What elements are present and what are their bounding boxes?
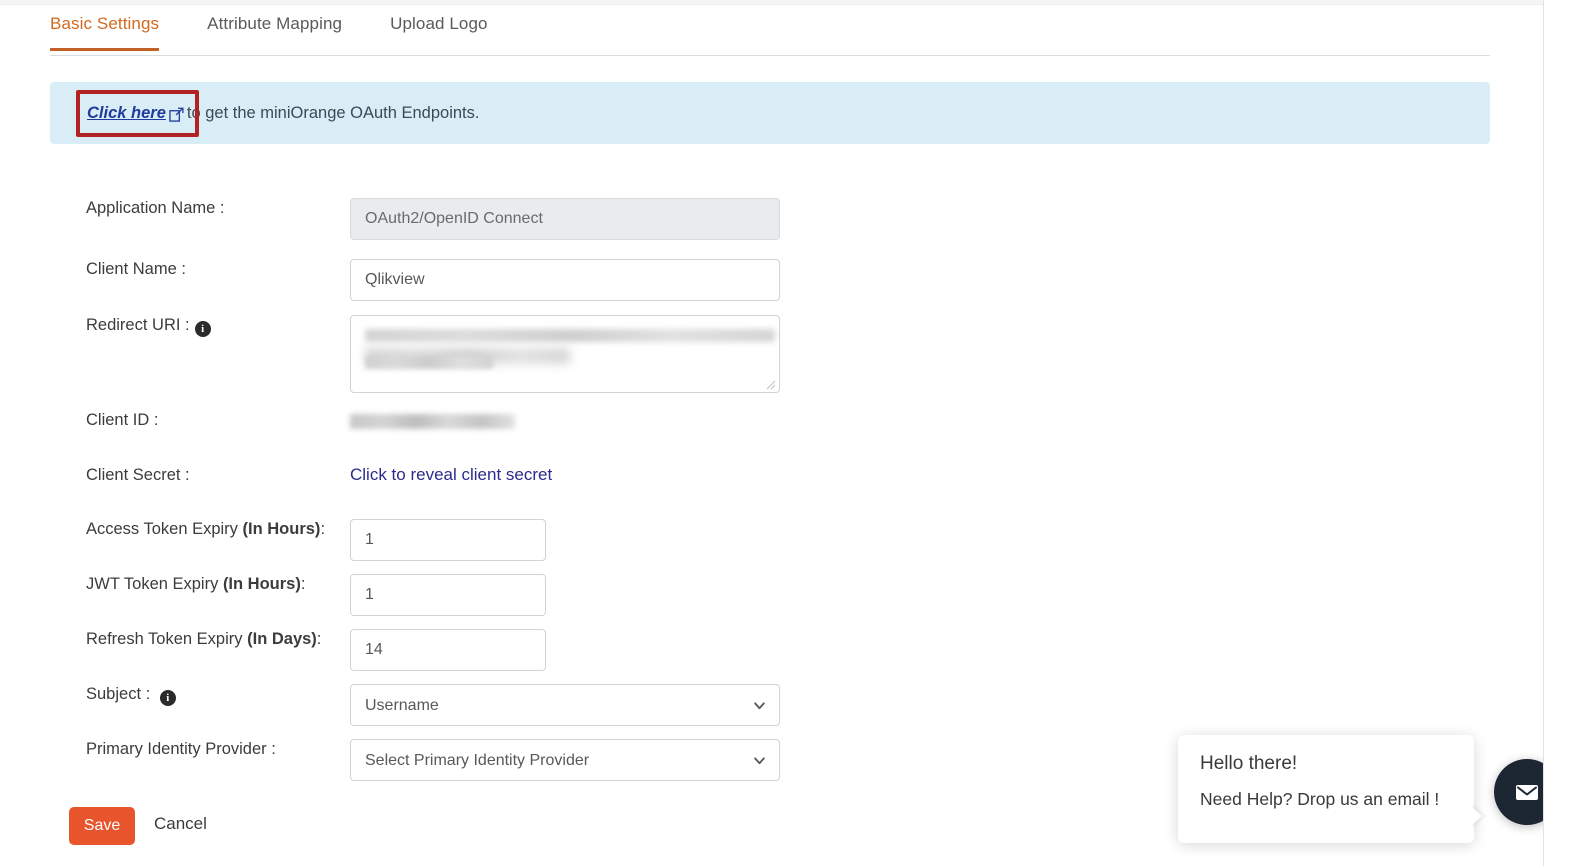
label-refresh-token-expiry-unit: (In Days) <box>247 630 317 648</box>
field-client-name <box>350 259 1440 301</box>
field-client-id <box>350 410 1440 429</box>
label-client-id: Client ID : <box>86 411 159 429</box>
row-access-token-expiry: Access Token Expiry (In Hours): <box>0 519 1440 561</box>
client-name-input[interactable] <box>350 259 780 301</box>
label-primary-identity-provider: Primary Identity Provider : <box>86 740 276 758</box>
info-icon[interactable]: i <box>194 321 211 337</box>
label-jwt-token-expiry: JWT Token Expiry (In Hours): <box>0 574 350 594</box>
row-client-secret: Client Secret : Click to reveal client s… <box>0 465 1440 485</box>
click-here-link[interactable]: Click here <box>87 104 166 123</box>
label-access-token-expiry-tail: : <box>320 520 326 538</box>
row-application-name: Application Name : <box>0 198 1440 240</box>
chat-prompt: Need Help? Drop us an email ! <box>1200 789 1440 809</box>
save-button[interactable]: Save <box>69 807 135 845</box>
field-client-secret: Click to reveal client secret <box>350 465 1440 485</box>
client-id-redacted-value <box>350 414 515 429</box>
row-jwt-token-expiry: JWT Token Expiry (In Hours): <box>0 574 1440 616</box>
label-subject-text: Subject : <box>86 685 155 703</box>
banner-text: to get the miniOrange OAuth Endpoints. <box>186 103 480 122</box>
label-refresh-token-expiry-main: Refresh Token Expiry <box>86 630 248 648</box>
primary-identity-provider-select-wrap: Select Primary Identity Provider <box>350 739 780 781</box>
page-right-gutter <box>1544 0 1573 866</box>
primary-identity-provider-select[interactable]: Select Primary Identity Provider <box>350 739 780 781</box>
row-client-id: Client ID : <box>0 410 1440 430</box>
reveal-client-secret-link[interactable]: Click to reveal client secret <box>350 465 552 484</box>
label-access-token-expiry: Access Token Expiry (In Hours): <box>0 519 350 539</box>
info-icon[interactable]: i <box>159 690 176 706</box>
field-subject: Username <box>350 684 1440 726</box>
label-application-name: Application Name : <box>86 199 225 217</box>
subject-select-wrap: Username <box>350 684 780 726</box>
redacted-text <box>365 329 775 342</box>
redirect-uri-textarea[interactable] <box>350 315 780 393</box>
label-redirect-uri: Redirect URI :i <box>0 315 350 337</box>
subject-select[interactable]: Username <box>350 684 780 726</box>
label-jwt-token-expiry-tail: : <box>300 575 306 593</box>
label-access-token-expiry-unit: (In Hours) <box>242 520 321 538</box>
tab-upload-logo[interactable]: Upload Logo <box>390 8 488 51</box>
chat-bubble[interactable]: Hello there! Need Help? Drop us an email… <box>1178 735 1474 843</box>
row-refresh-token-expiry: Refresh Token Expiry (In Days): <box>0 629 1440 671</box>
row-redirect-uri: Redirect URI :i <box>0 315 1440 393</box>
field-refresh-token-expiry <box>350 629 1440 671</box>
field-access-token-expiry <box>350 519 1440 561</box>
access-token-expiry-input[interactable] <box>350 519 546 561</box>
field-redirect-uri <box>350 315 1440 393</box>
row-subject: Subject : i Username <box>0 684 1440 726</box>
refresh-token-expiry-input[interactable] <box>350 629 546 671</box>
tab-attribute-mapping[interactable]: Attribute Mapping <box>207 8 342 51</box>
redacted-text <box>365 356 493 369</box>
row-client-name: Client Name : <box>0 259 1440 301</box>
cancel-button[interactable]: Cancel <box>154 814 207 834</box>
label-jwt-token-expiry-main: JWT Token Expiry <box>86 575 223 593</box>
resize-handle-icon[interactable] <box>764 378 776 390</box>
label-client-name: Client Name : <box>86 260 186 278</box>
label-client-secret: Client Secret : <box>86 466 190 484</box>
label-access-token-expiry-main: Access Token Expiry <box>86 520 243 538</box>
application-name-input <box>350 198 780 240</box>
label-redirect-uri-text: Redirect URI : <box>86 316 190 334</box>
field-jwt-token-expiry <box>350 574 1440 616</box>
jwt-token-expiry-input[interactable] <box>350 574 546 616</box>
tab-basic-settings[interactable]: Basic Settings <box>50 8 160 51</box>
chat-bubble-tail <box>1470 805 1482 827</box>
chat-greeting: Hello there! <box>1200 753 1298 774</box>
external-link-icon <box>169 107 184 122</box>
label-jwt-token-expiry-unit: (In Hours) <box>222 575 301 593</box>
page-root: Basic Settings Attribute Mapping Upload … <box>0 0 1573 866</box>
label-refresh-token-expiry: Refresh Token Expiry (In Days): <box>0 629 350 649</box>
field-application-name <box>350 198 1440 240</box>
label-subject: Subject : i <box>0 684 350 706</box>
envelope-icon <box>1516 785 1538 800</box>
click-here-link-wrap[interactable]: Click here <box>87 104 184 123</box>
banner-content: Click here to get the miniOrange OAuth E… <box>87 104 479 123</box>
tab-bar: Basic Settings Attribute Mapping Upload … <box>50 8 1490 56</box>
oauth-endpoints-banner: Click here to get the miniOrange OAuth E… <box>50 82 1490 144</box>
top-strip <box>0 0 1544 5</box>
label-refresh-token-expiry-tail: : <box>316 630 322 648</box>
